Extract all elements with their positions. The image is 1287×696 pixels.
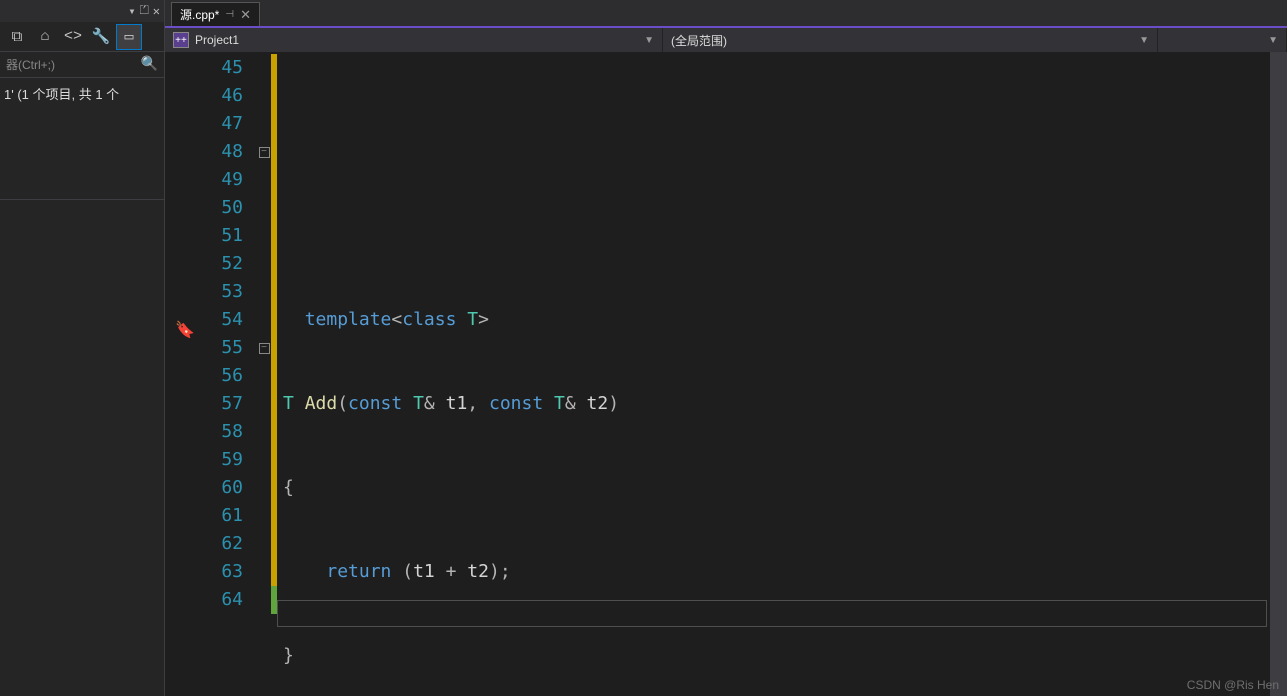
cpp-project-icon: ++ [173, 32, 189, 48]
search-row[interactable]: 器(Ctrl+;) 🔍 [0, 52, 164, 78]
dropdown-icon[interactable]: ▾ [128, 4, 135, 19]
watermark-text: CSDN @Ris Hen [1187, 678, 1279, 692]
panel-splitter[interactable] [0, 199, 164, 239]
nav-combo-member[interactable]: ▼ [1158, 28, 1287, 52]
tool-icon-last[interactable]: ▭ [116, 24, 142, 50]
search-hint: 器(Ctrl+;) [6, 56, 141, 73]
code-editor[interactable]: 🔖 454647 484950 515253 545556 575859 606… [165, 52, 1287, 696]
navigation-bar: ++ Project1 ▼ (全局范围) ▼ ▼ [165, 26, 1287, 52]
nav-combo-project[interactable]: ++ Project1 ▼ [165, 28, 663, 52]
side-panel: ▾ ⏍ ✕ ⧉ ⌂ <> 🔧 ▭ 器(Ctrl+;) 🔍 1' (1 个项目, … [0, 0, 165, 696]
close-icon[interactable]: ✕ [153, 4, 160, 19]
pin-icon[interactable]: ⊣ [225, 9, 234, 20]
tab-title: 源.cpp* [180, 6, 219, 23]
nav-combo-label: Project1 [195, 33, 644, 47]
tool-icon-1[interactable]: ⧉ [4, 24, 30, 50]
chevron-down-icon: ▼ [1268, 35, 1278, 46]
line-numbers: 454647 484950 515253 545556 575859 60616… [205, 52, 257, 696]
code-icon[interactable]: <> [60, 24, 86, 50]
chevron-down-icon: ▼ [644, 35, 654, 46]
panel-toolbar: ⧉ ⌂ <> 🔧 ▭ [0, 22, 164, 52]
vertical-scrollbar[interactable] [1270, 52, 1287, 696]
fold-toggle-icon[interactable]: − [259, 343, 270, 354]
fold-column: − − [257, 52, 271, 696]
home-icon[interactable]: ⌂ [32, 24, 58, 50]
search-icon[interactable]: 🔍 [141, 56, 158, 73]
current-line-highlight [277, 600, 1267, 627]
fold-toggle-icon[interactable]: − [259, 147, 270, 158]
close-icon[interactable]: ✕ [240, 7, 251, 23]
pin-icon[interactable]: ⏍ [140, 4, 149, 18]
nav-combo-label: (全局范围) [671, 32, 1139, 49]
chevron-down-icon: ▼ [1139, 35, 1149, 46]
bookmark-icon[interactable]: 🔖 [175, 320, 195, 340]
wrench-icon[interactable]: 🔧 [88, 24, 114, 50]
code-content[interactable]: template<class T> T Add(const T& t1, con… [277, 52, 1287, 696]
tab-strip: 源.cpp* ⊣ ✕ [165, 0, 1287, 26]
panel-header: ▾ ⏍ ✕ [0, 0, 164, 22]
main-area: 源.cpp* ⊣ ✕ ++ Project1 ▼ (全局范围) ▼ ▼ 🔖 45… [165, 0, 1287, 696]
margin-column: 🔖 [165, 52, 205, 696]
tab-source-cpp[interactable]: 源.cpp* ⊣ ✕ [171, 2, 260, 26]
tree-node[interactable]: 1' (1 个项目, 共 1 个 [0, 78, 164, 109]
nav-combo-scope[interactable]: (全局范围) ▼ [663, 28, 1158, 52]
